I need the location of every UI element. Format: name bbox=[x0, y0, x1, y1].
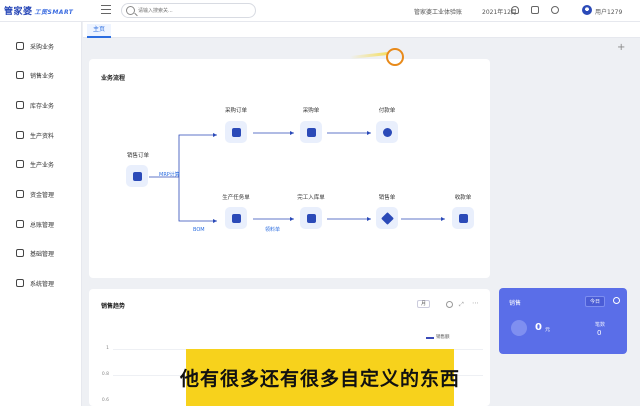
tab-home[interactable]: 主页 bbox=[87, 24, 112, 38]
expand-icon[interactable]: ⤢ bbox=[459, 301, 464, 309]
video-caption: 他有很多还有很多自定义的东西 bbox=[180, 349, 459, 406]
sidebar-item-funds[interactable]: 资金管理 bbox=[16, 188, 54, 200]
mrp-label[interactable]: MRP计算 bbox=[159, 171, 180, 178]
cart-icon bbox=[16, 42, 24, 50]
sidebar: 采购业务 销售业务 库存业务 生产资料 生产业务 资金管理 总账管理 基础管理 … bbox=[0, 22, 82, 406]
caption-text: 他有很多还有很多自定义的东西 bbox=[180, 368, 461, 390]
sidebar-item-ledger[interactable]: 总账管理 bbox=[16, 218, 54, 230]
sidebar-item-production[interactable]: 生产业务 bbox=[16, 158, 54, 170]
sidebar-item-label: 库存业务 bbox=[30, 102, 55, 110]
bom-label[interactable]: BOM bbox=[193, 227, 205, 233]
bar-chart-icon bbox=[16, 71, 24, 79]
sidebar-item-label: 采购业务 bbox=[30, 43, 55, 51]
sales-trend-title: 销售趋势 bbox=[101, 303, 126, 310]
money-icon bbox=[16, 190, 24, 198]
sliders-icon bbox=[16, 160, 24, 168]
menu-toggle-icon[interactable] bbox=[101, 5, 111, 14]
sidebar-item-production-data[interactable]: 生产资料 bbox=[16, 129, 54, 141]
finished-stock-in-node[interactable] bbox=[300, 207, 322, 229]
sales-bill-node[interactable] bbox=[376, 207, 398, 229]
process-card: 业务流程 销售订单 MRP计算 BOM 采购订单 采购单 付款单 生产任务单 领… bbox=[89, 59, 490, 278]
purchase-bill-label: 采购单 bbox=[302, 108, 320, 114]
factory-icon bbox=[231, 213, 241, 223]
legend-label: 销售额 bbox=[436, 335, 450, 340]
user-avatar-icon[interactable] bbox=[582, 5, 592, 15]
process-connectors bbox=[149, 131, 445, 223]
help-icon[interactable] bbox=[551, 6, 559, 14]
search-input[interactable] bbox=[138, 5, 250, 16]
ledger-icon bbox=[16, 220, 24, 228]
payment-node[interactable] bbox=[376, 121, 398, 143]
top-header: 管家婆工贸SMART 管家婆工业体验账 2021年12月 用户1279 bbox=[0, 0, 640, 22]
period-select[interactable]: 月 bbox=[417, 300, 431, 308]
purchase-order-label: 采购订单 bbox=[224, 108, 248, 114]
user-name[interactable]: 用户1279 bbox=[595, 7, 622, 16]
app-logo[interactable]: 管家婆 工贸SMART bbox=[4, 4, 73, 17]
sidebar-item-purchase[interactable]: 采购业务 bbox=[16, 40, 54, 52]
bell-icon[interactable] bbox=[511, 6, 519, 14]
sidebar-item-basic[interactable]: 基础管理 bbox=[16, 247, 54, 259]
sales-period-select[interactable]: 今日 bbox=[585, 296, 606, 307]
sales-order-node[interactable] bbox=[126, 165, 148, 187]
tab-bar: 主页 bbox=[83, 22, 640, 38]
sidebar-item-label: 系统管理 bbox=[30, 280, 55, 288]
purchase-bill-node[interactable] bbox=[300, 121, 322, 143]
payment-icon bbox=[382, 127, 392, 137]
sales-unit: 元 bbox=[545, 327, 551, 333]
logo-sub: 工贸SMART bbox=[34, 9, 74, 16]
sidebar-item-label: 基础管理 bbox=[30, 250, 55, 258]
sales-card-title: 销售 bbox=[509, 300, 522, 307]
sidebar-item-label: 生产资料 bbox=[30, 132, 55, 140]
production-task-label: 生产任务单 bbox=[222, 195, 250, 201]
search-icon bbox=[126, 6, 135, 15]
clipboard-check-icon bbox=[306, 213, 316, 223]
sidebar-item-label: 销售业务 bbox=[30, 72, 55, 80]
order-count-value: 0 bbox=[597, 329, 602, 337]
receipt-node[interactable] bbox=[452, 207, 474, 229]
finished-stock-in-label: 完工入库单 bbox=[297, 195, 325, 201]
logo-text: 管家婆 bbox=[4, 7, 33, 17]
sidebar-item-label: 资金管理 bbox=[30, 191, 55, 199]
sidebar-item-label: 总账管理 bbox=[30, 221, 55, 229]
sidebar-item-label: 生产业务 bbox=[30, 161, 55, 169]
basket-icon bbox=[231, 127, 241, 137]
document-icon bbox=[16, 131, 24, 139]
shopping-bag-icon bbox=[132, 171, 142, 181]
settings-icon bbox=[16, 279, 24, 287]
receipt-label: 收款单 bbox=[454, 195, 472, 201]
sales-amount: 0 bbox=[535, 322, 542, 333]
y-tick: 0.6 bbox=[101, 398, 109, 403]
tag-icon bbox=[380, 211, 394, 225]
purchase-order-node[interactable] bbox=[225, 121, 247, 143]
sales-order-label: 销售订单 bbox=[126, 153, 150, 159]
search-box[interactable] bbox=[121, 3, 256, 18]
production-task-node[interactable] bbox=[225, 207, 247, 229]
more-icon[interactable]: ⋯ bbox=[472, 299, 479, 307]
list-icon bbox=[306, 127, 316, 137]
order-count-label: 笔数 bbox=[595, 322, 606, 328]
sidebar-item-system[interactable]: 系统管理 bbox=[16, 277, 54, 289]
material-issue-label[interactable]: 领料单 bbox=[265, 226, 280, 233]
sidebar-item-inventory[interactable]: 库存业务 bbox=[16, 99, 54, 111]
refresh-icon[interactable] bbox=[613, 297, 620, 304]
payment-label: 付款单 bbox=[378, 108, 396, 114]
sales-summary-card: 销售 今日 0 元 笔数 0 bbox=[499, 288, 627, 354]
cursor-trail bbox=[349, 52, 389, 59]
sales-bill-label: 销售单 bbox=[378, 195, 396, 201]
gear-icon bbox=[16, 249, 24, 257]
clipboard-icon[interactable] bbox=[531, 6, 539, 14]
y-tick: 0.8 bbox=[101, 372, 109, 377]
trend-icon bbox=[511, 320, 527, 336]
warehouse-icon bbox=[16, 101, 24, 109]
refresh-icon[interactable] bbox=[446, 301, 453, 308]
add-widget-icon[interactable]: + bbox=[617, 42, 625, 53]
sidebar-item-sales[interactable]: 销售业务 bbox=[16, 69, 54, 81]
y-tick: 1 bbox=[106, 346, 109, 351]
company-name[interactable]: 管家婆工业体验账 bbox=[414, 7, 462, 16]
cursor-highlight-icon bbox=[386, 48, 404, 66]
legend-line-icon bbox=[426, 337, 434, 339]
download-icon bbox=[458, 213, 468, 223]
